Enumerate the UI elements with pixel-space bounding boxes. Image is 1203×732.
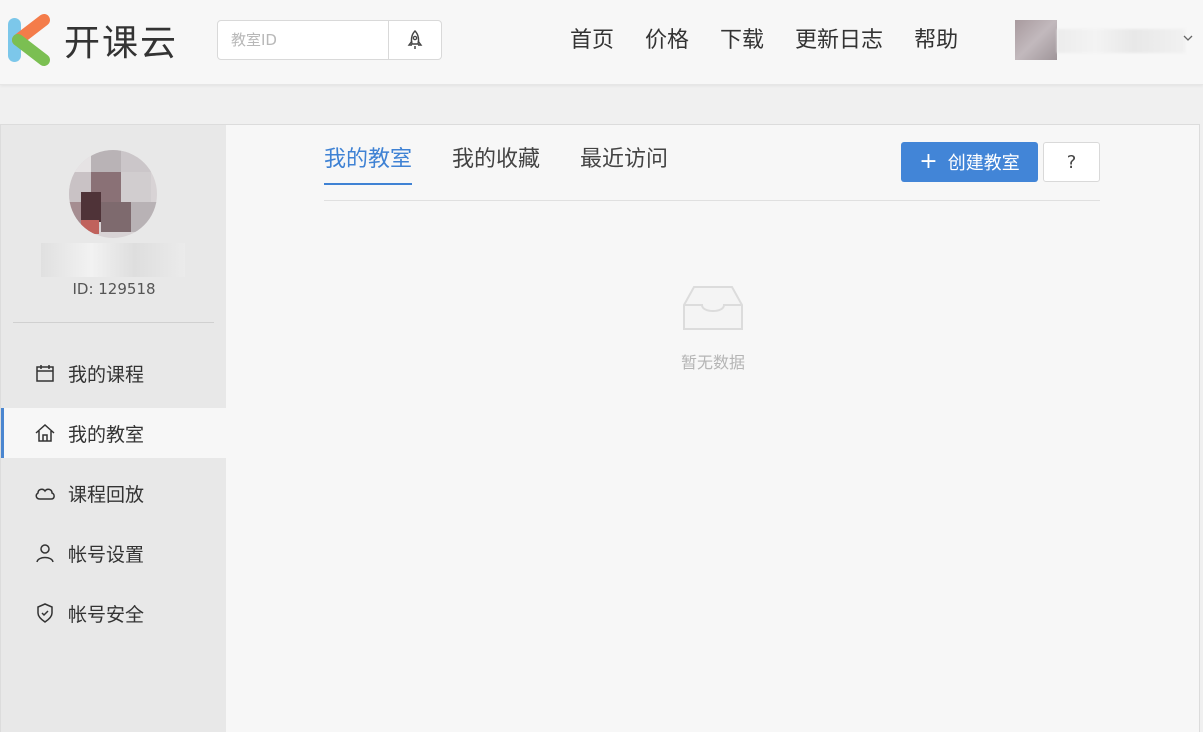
user-name-blurred[interactable] (1057, 29, 1185, 53)
sidebar-menu: 我的课程 我的教室 课程回放 帐号设置 帐号安全 (1, 348, 226, 648)
tab-my-classroom[interactable]: 我的教室 (324, 145, 413, 185)
rocket-icon (407, 29, 423, 49)
nav-changelog[interactable]: 更新日志 (795, 26, 883, 56)
profile-id: ID: 129518 (72, 280, 156, 298)
enter-classroom-button[interactable] (388, 21, 441, 59)
tab-my-favorites[interactable]: 我的收藏 (452, 145, 540, 185)
sidebar-item-account-settings[interactable]: 帐号设置 (1, 528, 226, 578)
create-classroom-button[interactable]: + 创建教室 (901, 142, 1038, 182)
brand-name: 开课云 (64, 23, 179, 64)
sidebar-item-label: 我的教室 (68, 423, 145, 446)
nav-home[interactable]: 首页 (570, 26, 614, 56)
create-classroom-label: 创建教室 (947, 153, 1020, 174)
profile-avatar[interactable] (61, 142, 166, 247)
inbox-empty-icon (683, 286, 743, 330)
user-icon (34, 542, 56, 564)
profile-name-blurred (41, 243, 185, 277)
logo-k-icon (8, 14, 50, 66)
chevron-down-icon[interactable] (1183, 32, 1193, 46)
empty-state: 暂无数据 (656, 283, 770, 373)
sidebar-item-account-security[interactable]: 帐号安全 (1, 588, 226, 638)
sidebar-item-label: 帐号安全 (68, 603, 145, 626)
sidebar-item-label: 帐号设置 (68, 543, 145, 566)
shield-icon (34, 602, 56, 624)
nav-download[interactable]: 下载 (720, 26, 764, 56)
sidebar-item-my-classroom[interactable]: 我的教室 (1, 408, 226, 458)
sidebar-item-course-replay[interactable]: 课程回放 (1, 468, 226, 518)
profile-card: ID: 129518 (1, 125, 226, 323)
sidebar-item-label: 课程回放 (68, 483, 145, 506)
top-nav: 首页 价格 下载 更新日志 帮助 (570, 26, 989, 56)
top-header: 开课云 首页 价格 下载 更新日志 帮助 (0, 0, 1203, 85)
sidebar-item-my-courses[interactable]: 我的课程 (1, 348, 226, 398)
sidebar-item-label: 我的课程 (68, 363, 145, 386)
tab-recent-visits[interactable]: 最近访问 (580, 145, 668, 185)
main-panel: 我的教室 我的收藏 最近访问 + 创建教室 ? 暂无数据 (226, 124, 1200, 732)
home-icon (34, 422, 56, 444)
user-avatar[interactable] (1015, 20, 1057, 60)
classroom-tabs: 我的教室 我的收藏 最近访问 (324, 145, 708, 185)
calendar-icon (34, 362, 56, 384)
tabs-divider (324, 200, 1100, 201)
sidebar-divider (13, 322, 214, 323)
nav-pricing[interactable]: 价格 (645, 26, 689, 56)
brand-logo[interactable]: 开课云 (8, 12, 178, 68)
classroom-search (217, 20, 442, 60)
plus-icon: + (919, 149, 938, 174)
help-button[interactable]: ? (1043, 142, 1100, 182)
cloud-icon (34, 482, 56, 504)
sidebar: ID: 129518 我的课程 我的教室 课程回放 帐号设置 帐号安全 (0, 124, 226, 732)
empty-text: 暂无数据 (680, 353, 745, 372)
nav-help[interactable]: 帮助 (914, 26, 958, 56)
classroom-id-input[interactable] (218, 21, 388, 59)
